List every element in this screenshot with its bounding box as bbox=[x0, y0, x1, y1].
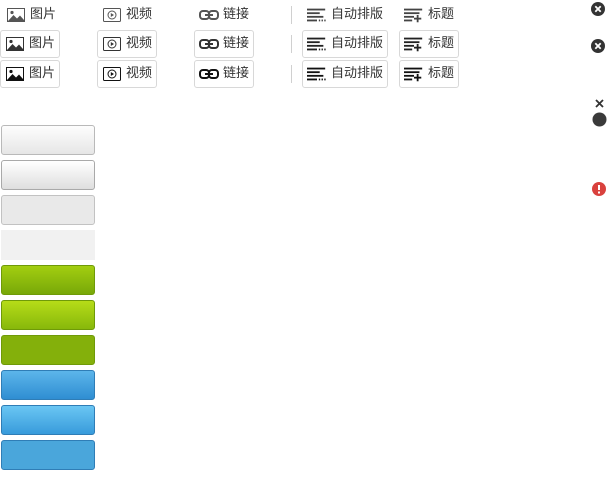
video-button-label: 视频 bbox=[126, 66, 153, 81]
heading-icon bbox=[404, 66, 424, 82]
heading-button-label: 标题 bbox=[428, 7, 455, 22]
image-icon bbox=[5, 66, 25, 82]
video-icon bbox=[102, 66, 122, 82]
autoformat-icon bbox=[307, 36, 327, 52]
video-button-label: 视频 bbox=[126, 36, 153, 51]
heading-icon bbox=[404, 36, 424, 52]
video-button[interactable]: 视频 bbox=[97, 60, 158, 88]
heading-button-label: 标题 bbox=[428, 66, 455, 81]
link-icon bbox=[199, 7, 219, 23]
video-icon bbox=[102, 7, 122, 23]
green-button-hover[interactable] bbox=[1, 300, 95, 330]
toolbar-separator bbox=[291, 35, 292, 53]
gray-button-disabled bbox=[1, 230, 95, 260]
gray-button-hover[interactable] bbox=[1, 160, 95, 190]
error-icon bbox=[591, 181, 607, 197]
link-button-label: 链接 bbox=[223, 66, 250, 81]
autoformat-button-label: 自动排版 bbox=[331, 66, 384, 81]
autoformat-button[interactable]: 自动排版 bbox=[302, 30, 389, 58]
autoformat-icon bbox=[307, 66, 327, 82]
link-button-label: 链接 bbox=[223, 36, 250, 51]
video-button-label: 视频 bbox=[126, 7, 153, 22]
autoformat-icon bbox=[307, 7, 327, 23]
autoformat-button[interactable]: 自动排版 bbox=[302, 60, 389, 88]
small-close-icon[interactable] bbox=[592, 97, 606, 109]
image-button-label: 图片 bbox=[29, 36, 56, 51]
image-button-label: 图片 bbox=[30, 7, 57, 22]
close-circle-icon[interactable] bbox=[590, 38, 606, 54]
image-icon bbox=[5, 36, 25, 52]
heading-button-label: 标题 bbox=[428, 36, 455, 51]
link-button[interactable]: 链接 bbox=[194, 1, 254, 29]
image-button[interactable]: 图片 bbox=[0, 30, 61, 58]
video-button[interactable]: 视频 bbox=[97, 1, 157, 29]
image-button-label: 图片 bbox=[29, 66, 56, 81]
image-button[interactable]: 图片 bbox=[1, 1, 61, 29]
image-button[interactable]: 图片 bbox=[0, 60, 61, 88]
heading-button[interactable]: 标题 bbox=[399, 60, 460, 88]
blue-button-hover[interactable] bbox=[1, 405, 95, 435]
link-icon bbox=[199, 66, 219, 82]
link-button[interactable]: 链接 bbox=[194, 60, 255, 88]
toolbar-row-2: 图片 视频 链接 自动排版 标题 bbox=[0, 30, 470, 58]
blue-button-active[interactable] bbox=[1, 440, 95, 470]
autoformat-button[interactable]: 自动排版 bbox=[302, 1, 388, 29]
autoformat-button-label: 自动排版 bbox=[331, 36, 384, 51]
autoformat-button-label: 自动排版 bbox=[331, 7, 384, 22]
toolbar-row-3: 图片 视频 链接 自动排版 标题 bbox=[0, 60, 470, 88]
toolbar-separator bbox=[291, 65, 292, 83]
green-button-active[interactable] bbox=[1, 335, 95, 365]
gray-button-active[interactable] bbox=[1, 195, 95, 225]
link-button[interactable]: 链接 bbox=[194, 30, 255, 58]
heading-button[interactable]: 标题 bbox=[399, 30, 460, 58]
link-icon bbox=[199, 36, 219, 52]
toolbar-row-1: 图片 视频 链接 自动排版 标题 bbox=[0, 1, 470, 29]
blue-button-normal[interactable] bbox=[1, 370, 95, 400]
image-icon bbox=[6, 7, 26, 23]
link-button-label: 链接 bbox=[223, 7, 250, 22]
toolbar-separator bbox=[291, 6, 292, 24]
close-circle-icon[interactable] bbox=[590, 1, 606, 17]
heading-button[interactable]: 标题 bbox=[399, 1, 459, 29]
video-icon bbox=[102, 36, 122, 52]
dot-icon bbox=[591, 111, 607, 127]
video-button[interactable]: 视频 bbox=[97, 30, 158, 58]
green-button-normal[interactable] bbox=[1, 265, 95, 295]
heading-icon bbox=[404, 7, 424, 23]
gray-button-normal[interactable] bbox=[1, 125, 95, 155]
